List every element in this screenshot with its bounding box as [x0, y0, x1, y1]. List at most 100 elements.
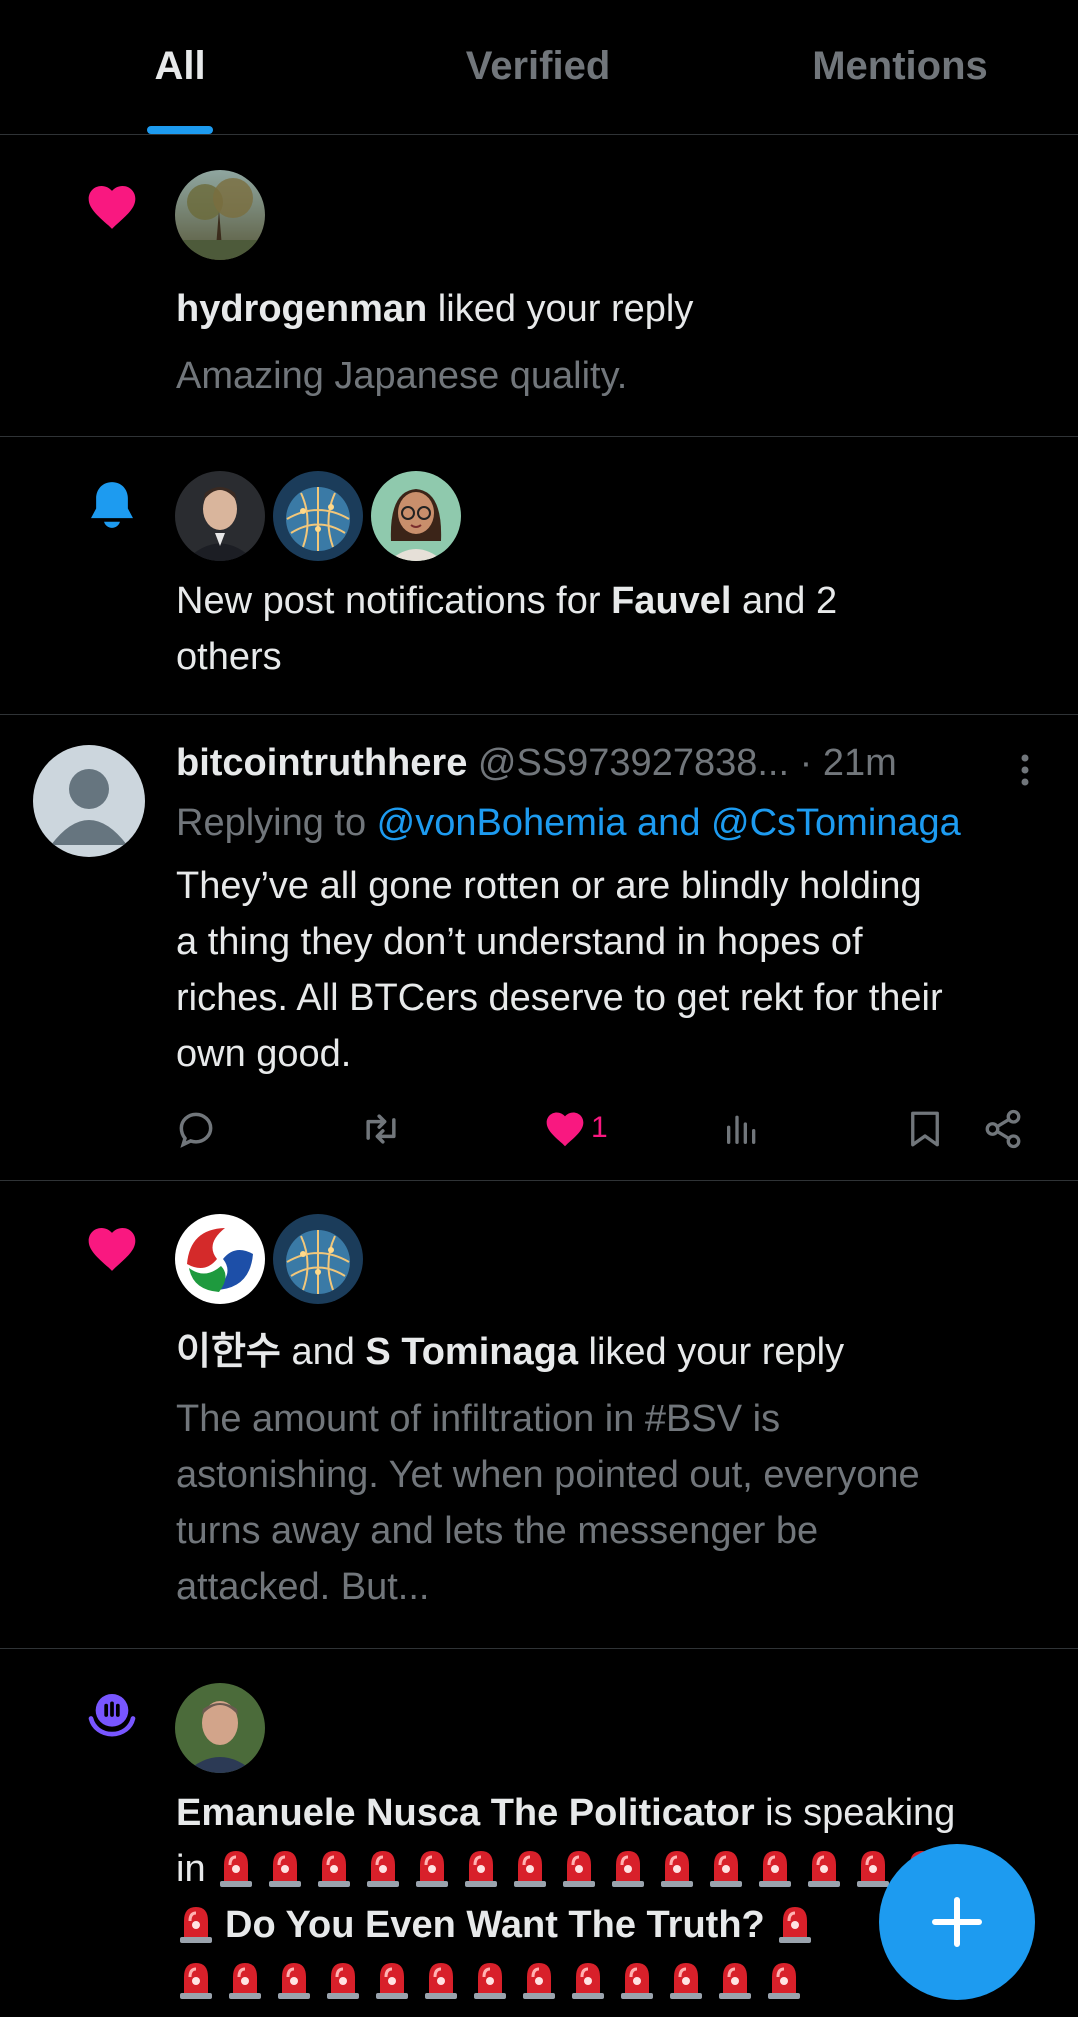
siren-emoji — [265, 1845, 305, 1889]
post-text-line: riches. All BTCers deserve to get rekt f… — [176, 977, 943, 1019]
tab-all[interactable]: All — [120, 44, 240, 89]
siren-emoji — [314, 1845, 354, 1889]
avatar[interactable] — [273, 1214, 363, 1304]
mentioned-users-link[interactable]: @vonBohemia and @CsTominaga — [377, 802, 961, 844]
reply-snippet-line: The amount of infiltration in #BSV is — [176, 1398, 781, 1440]
views-icon[interactable] — [722, 1107, 762, 1151]
siren-emoji — [510, 1845, 550, 1889]
reply-snippet-line: astonishing. Yet when pointed out, every… — [176, 1454, 920, 1496]
bell-icon — [91, 482, 133, 528]
space-title[interactable]: Do You Even Want The Truth? — [225, 1904, 765, 1946]
siren-emoji — [323, 1957, 363, 2001]
siren-emoji — [804, 1845, 844, 1889]
notification-like[interactable]: 이한수 and S Tominaga liked your reply The … — [0, 1181, 1078, 1649]
replying-prefix: Replying to — [176, 802, 377, 844]
active-tab-indicator — [147, 126, 213, 134]
suffix-text: and 2 — [731, 580, 838, 622]
notification-text: Emanuele Nusca The Politicator is speaki… — [176, 1785, 955, 1841]
avatar-man-photo — [175, 471, 265, 561]
reply-snippet-line: turns away and lets the messenger be — [176, 1510, 819, 1552]
notification-new-posts[interactable]: New post notifications for Fauvel and 2 … — [0, 437, 1078, 715]
siren-emoji-row — [216, 1848, 1000, 1890]
action-text: liked your reply — [577, 1331, 845, 1373]
like-button[interactable]: 1 — [543, 1107, 633, 1151]
user-name[interactable]: S Tominaga — [365, 1331, 578, 1373]
notification-like[interactable]: hydrogenman liked your reply Amazing Jap… — [0, 135, 1078, 437]
notifications-tabs: All Verified Mentions — [0, 0, 1078, 135]
avatar-cartoon-woman — [371, 471, 461, 561]
user-name[interactable]: Emanuele Nusca The Politicator — [176, 1792, 755, 1834]
siren-emoji — [372, 1957, 412, 2001]
prefix-text: New post notifications for — [176, 580, 612, 622]
post-text-line: They’ve all gone rotten or are blindly h… — [176, 865, 922, 907]
avatar[interactable] — [33, 745, 145, 857]
avatar-globe-network — [273, 1214, 363, 1304]
siren-emoji — [461, 1845, 501, 1889]
avatar-tree-photo — [175, 170, 265, 260]
replying-to: Replying to @vonBohemia and @CsTominaga — [176, 795, 961, 851]
notification-text: New post notifications for Fauvel and 2 — [176, 573, 837, 629]
siren-emoji — [412, 1845, 452, 1889]
more-icon[interactable] — [1010, 750, 1040, 790]
siren-emoji — [617, 1957, 657, 2001]
reply-snippet-line: attacked. But... — [176, 1566, 430, 1608]
compose-button[interactable] — [879, 1844, 1035, 2000]
user-name[interactable]: Fauvel — [611, 580, 731, 622]
tab-mentions[interactable]: Mentions — [780, 44, 1020, 89]
user-name[interactable]: 이한수 — [176, 1331, 281, 1373]
avatar[interactable] — [175, 170, 265, 260]
siren-emoji — [216, 1845, 256, 1889]
share-icon[interactable] — [982, 1107, 1024, 1151]
reply-post[interactable]: bitcointruthhere @SS973927838... · 21m R… — [0, 715, 1078, 1181]
retweet-icon[interactable] — [358, 1107, 404, 1151]
plus-icon — [932, 1897, 982, 1947]
action-text: liked your reply — [427, 288, 694, 330]
siren-emoji — [853, 1845, 893, 1889]
notification-text: 이한수 and S Tominaga liked your reply — [176, 1324, 844, 1380]
reply-icon[interactable] — [174, 1107, 218, 1151]
avatar[interactable] — [371, 471, 461, 561]
siren-emoji — [706, 1845, 746, 1889]
avatar-man-photo — [175, 1683, 265, 1773]
avatar[interactable] — [273, 471, 363, 561]
user-name[interactable]: bitcointruthhere — [176, 742, 467, 784]
siren-emoji — [666, 1957, 706, 2001]
and-text: and — [280, 1331, 366, 1373]
spaces-icon — [88, 1694, 136, 1737]
avatar[interactable] — [175, 1683, 265, 1773]
siren-emoji — [519, 1957, 559, 2001]
user-name[interactable]: hydrogenman — [176, 288, 427, 330]
siren-emoji — [225, 1957, 265, 2001]
default-avatar-icon — [33, 745, 145, 857]
bookmark-icon[interactable] — [904, 1107, 946, 1151]
notification-text: hydrogenman liked your reply — [176, 281, 693, 337]
post-header: bitcointruthhere @SS973927838... · 21m — [176, 735, 897, 791]
user-handle[interactable]: @SS973927838... — [478, 742, 789, 784]
tab-verified[interactable]: Verified — [428, 44, 648, 89]
siren-emoji — [657, 1845, 697, 1889]
siren-emoji — [775, 1901, 815, 1945]
heart-icon — [88, 186, 136, 229]
notification-text-line2: others — [176, 636, 282, 678]
siren-emoji — [568, 1957, 608, 2001]
avatar-globe-network — [273, 471, 363, 561]
siren-emoji — [715, 1957, 755, 2001]
reply-snippet: Amazing Japanese quality. — [176, 355, 628, 397]
siren-emoji — [363, 1845, 403, 1889]
avatar[interactable] — [175, 1214, 265, 1304]
siren-emoji — [755, 1845, 795, 1889]
siren-emoji — [764, 1957, 804, 2001]
siren-emoji-row — [176, 1960, 813, 2002]
in-text: in — [176, 1848, 206, 1890]
siren-emoji — [470, 1957, 510, 2001]
siren-emoji-row — [176, 1904, 225, 1946]
heart-icon — [88, 1228, 136, 1271]
space-title-line2: Do You Even Want The Truth? — [176, 1897, 824, 1953]
post-text-line: a thing they don’t understand in hopes o… — [176, 921, 863, 963]
avatar-logo — [175, 1214, 265, 1304]
siren-emoji-row — [775, 1904, 824, 1946]
siren-emoji — [608, 1845, 648, 1889]
space-title-line3 — [176, 1953, 813, 2009]
heart-icon — [546, 1112, 584, 1147]
avatar[interactable] — [175, 471, 265, 561]
